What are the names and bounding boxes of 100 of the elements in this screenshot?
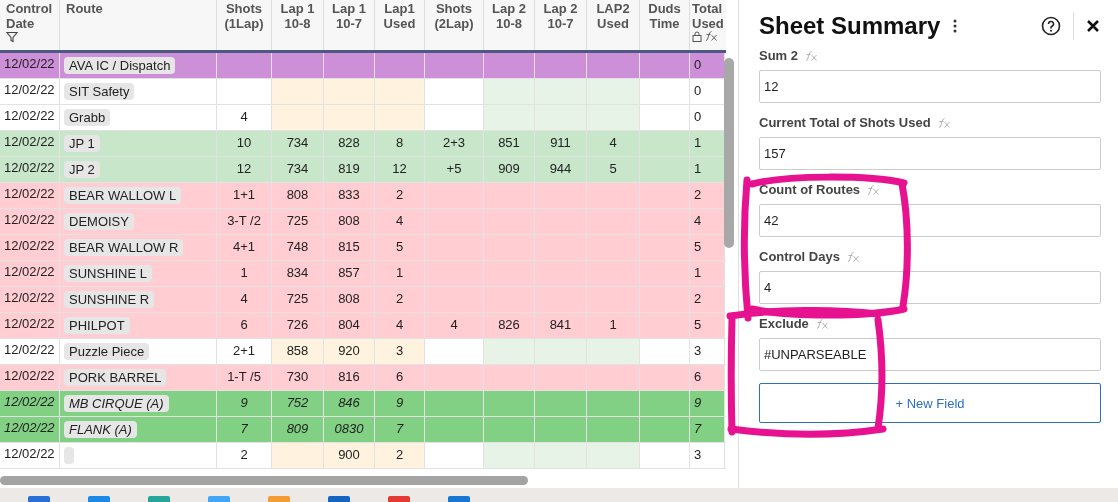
- vertical-scrollbar[interactable]: [724, 58, 734, 248]
- column-header[interactable]: Lap 1 10-7: [324, 0, 375, 50]
- table-cell: 5: [690, 235, 725, 260]
- field-input[interactable]: 42: [759, 204, 1101, 237]
- table-cell: 752: [272, 391, 324, 416]
- route-tag: BEAR WALLOW L: [64, 187, 182, 204]
- taskbar-app-icon[interactable]: [388, 496, 410, 502]
- column-header[interactable]: LAP2 Used: [587, 0, 640, 50]
- field-label: Current Total of Shots Used: [759, 115, 931, 130]
- table-cell: 725: [272, 287, 324, 312]
- column-header[interactable]: Lap1 Used: [375, 0, 425, 50]
- table-cell: +5: [425, 157, 484, 182]
- taskbar-app-icon[interactable]: [328, 496, 350, 502]
- route-tag: JP 1: [64, 135, 100, 152]
- table-cell: 7: [375, 417, 425, 442]
- table-cell: 0: [690, 53, 725, 78]
- table-cell: 841: [535, 313, 587, 338]
- route-tag: PHILPOT: [64, 317, 130, 334]
- column-header[interactable]: Lap 1 10-8: [272, 0, 324, 50]
- table-cell: 12: [375, 157, 425, 182]
- table-cell: 5: [690, 313, 725, 338]
- table-cell: 1: [690, 261, 725, 286]
- table-cell: 10: [217, 131, 272, 156]
- table-cell: 815: [324, 235, 375, 260]
- table-cell: 1+1: [217, 183, 272, 208]
- table-cell: 826: [484, 313, 535, 338]
- table-cell: 2: [375, 287, 425, 312]
- table-cell: 12/02/22: [0, 131, 60, 156]
- route-tag: MB CIRQUE (A): [64, 395, 169, 412]
- column-header[interactable]: Shots (1Lap): [217, 0, 272, 50]
- column-header[interactable]: Shots (2Lap): [425, 0, 484, 50]
- table-cell: 12/02/22: [0, 261, 60, 286]
- help-icon[interactable]: [1041, 16, 1061, 36]
- close-icon[interactable]: [1086, 19, 1100, 33]
- route-tag: SUNSHINE L: [64, 265, 153, 282]
- table-cell: 734: [272, 157, 324, 182]
- table-cell: 12/02/22: [0, 157, 60, 182]
- table-cell: 2+3: [425, 131, 484, 156]
- column-header[interactable]: Lap 2 10-8: [484, 0, 535, 50]
- table-cell: 725: [272, 209, 324, 234]
- table-cell: 911: [535, 131, 587, 156]
- field-input[interactable]: 12: [759, 70, 1101, 103]
- field-input[interactable]: 4: [759, 271, 1101, 304]
- formula-icon: [705, 31, 717, 41]
- table-cell: 857: [324, 261, 375, 286]
- table-cell: 1-T /5: [217, 365, 272, 390]
- field-input[interactable]: #UNPARSEABLE: [759, 338, 1101, 371]
- table-cell: 828: [324, 131, 375, 156]
- table-cell: 6: [690, 365, 725, 390]
- table-cell: 4: [425, 313, 484, 338]
- lock-icon: [692, 31, 702, 42]
- table-cell: 1: [690, 131, 725, 156]
- new-field-button[interactable]: + New Field: [759, 383, 1101, 423]
- table-cell: 734: [272, 131, 324, 156]
- field-input[interactable]: 157: [759, 137, 1101, 170]
- formula-icon: [937, 117, 950, 128]
- table-cell: 809: [272, 417, 324, 442]
- taskbar-app-icon[interactable]: [268, 496, 290, 502]
- table-cell: 4: [690, 209, 725, 234]
- column-header[interactable]: Lap 2 10-7: [535, 0, 587, 50]
- table-cell: 858: [272, 339, 324, 364]
- taskbar-app-icon[interactable]: [28, 496, 50, 502]
- field-label: Exclude: [759, 316, 809, 331]
- table-cell: 3-T /2: [217, 209, 272, 234]
- table-cell: 12/02/22: [0, 287, 60, 312]
- column-header[interactable]: Duds Time: [640, 0, 690, 50]
- table-cell: 748: [272, 235, 324, 260]
- route-tag: [64, 447, 74, 464]
- taskbar-app-icon[interactable]: [208, 496, 230, 502]
- table-cell: 2: [375, 443, 425, 468]
- more-options-icon[interactable]: [952, 18, 959, 34]
- formula-icon: [805, 50, 817, 61]
- table-cell: 12/02/22: [0, 365, 60, 390]
- column-header[interactable]: Total Used: [690, 0, 725, 50]
- table-cell: 726: [272, 313, 324, 338]
- route-tag: SUNSHINE R: [64, 291, 155, 308]
- taskbar-app-icon[interactable]: [148, 496, 170, 502]
- table-cell: 804: [324, 313, 375, 338]
- table-cell: 833: [324, 183, 375, 208]
- horizontal-scrollbar[interactable]: [0, 475, 528, 485]
- table-cell: 9: [375, 391, 425, 416]
- table-cell: 9: [690, 391, 725, 416]
- taskbar-app-icon[interactable]: [88, 496, 110, 502]
- route-tag: FLANK (A): [64, 421, 137, 438]
- column-header[interactable]: Route: [60, 0, 217, 50]
- table-cell: 4: [375, 313, 425, 338]
- table-cell: 900: [324, 443, 375, 468]
- panel-title: Sheet Summary: [759, 12, 941, 40]
- table-cell: 5: [375, 235, 425, 260]
- field-label: Sum 2: [759, 48, 798, 63]
- table-cell: 1: [690, 157, 725, 182]
- column-header[interactable]: Control Date: [0, 0, 60, 50]
- table-cell: 944: [535, 157, 587, 182]
- table-cell: 816: [324, 365, 375, 390]
- table-cell: 1: [217, 261, 272, 286]
- table-cell: 808: [324, 287, 375, 312]
- taskbar-app-icon[interactable]: [448, 496, 470, 502]
- table-cell: 12/02/22: [0, 391, 60, 416]
- table-cell: 8: [375, 131, 425, 156]
- filter-icon[interactable]: [6, 31, 18, 43]
